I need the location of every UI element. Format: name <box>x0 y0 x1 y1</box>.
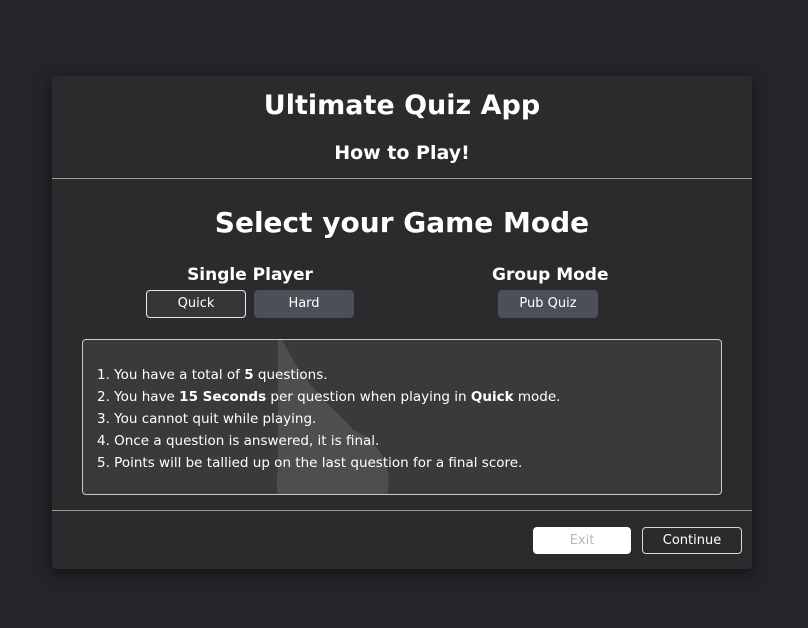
rule-item: 1. You have a total of 5 questions. <box>97 367 328 383</box>
modal-header: Ultimate Quiz App How to Play! <box>52 76 752 179</box>
rule-item: 2. You have 15 Seconds per question when… <box>97 389 561 405</box>
quiz-modal: Ultimate Quiz App How to Play! Select yo… <box>52 76 752 569</box>
group-mode-group: Group Mode Pub Quiz <box>492 264 609 318</box>
group-mode-label: Group Mode <box>492 265 609 285</box>
pub-quiz-button[interactable]: Pub Quiz <box>498 290 598 318</box>
modal-footer: Exit Continue <box>52 511 752 569</box>
modal-body: Select your Game Mode Single Player Quic… <box>52 179 752 511</box>
rule-item: 5. Points will be tallied up on the last… <box>97 455 523 471</box>
rule-item: 4. Once a question is answered, it is fi… <box>97 433 380 449</box>
how-to-play-heading: How to Play! <box>334 142 470 164</box>
exit-button[interactable]: Exit <box>533 527 631 554</box>
hard-mode-button[interactable]: Hard <box>254 290 354 318</box>
rules-box: 1. You have a total of 5 questions. 2. Y… <box>82 339 722 495</box>
app-title: Ultimate Quiz App <box>263 90 541 121</box>
continue-button[interactable]: Continue <box>642 527 742 554</box>
rules-list: 1. You have a total of 5 questions. 2. Y… <box>97 364 721 474</box>
single-player-label: Single Player <box>187 265 313 285</box>
select-game-mode-title: Select your Game Mode <box>214 206 590 239</box>
single-player-group: Single Player Quick Hard <box>145 264 355 318</box>
quick-mode-button[interactable]: Quick <box>146 290 246 318</box>
rule-item: 3. You cannot quit while playing. <box>97 411 317 427</box>
